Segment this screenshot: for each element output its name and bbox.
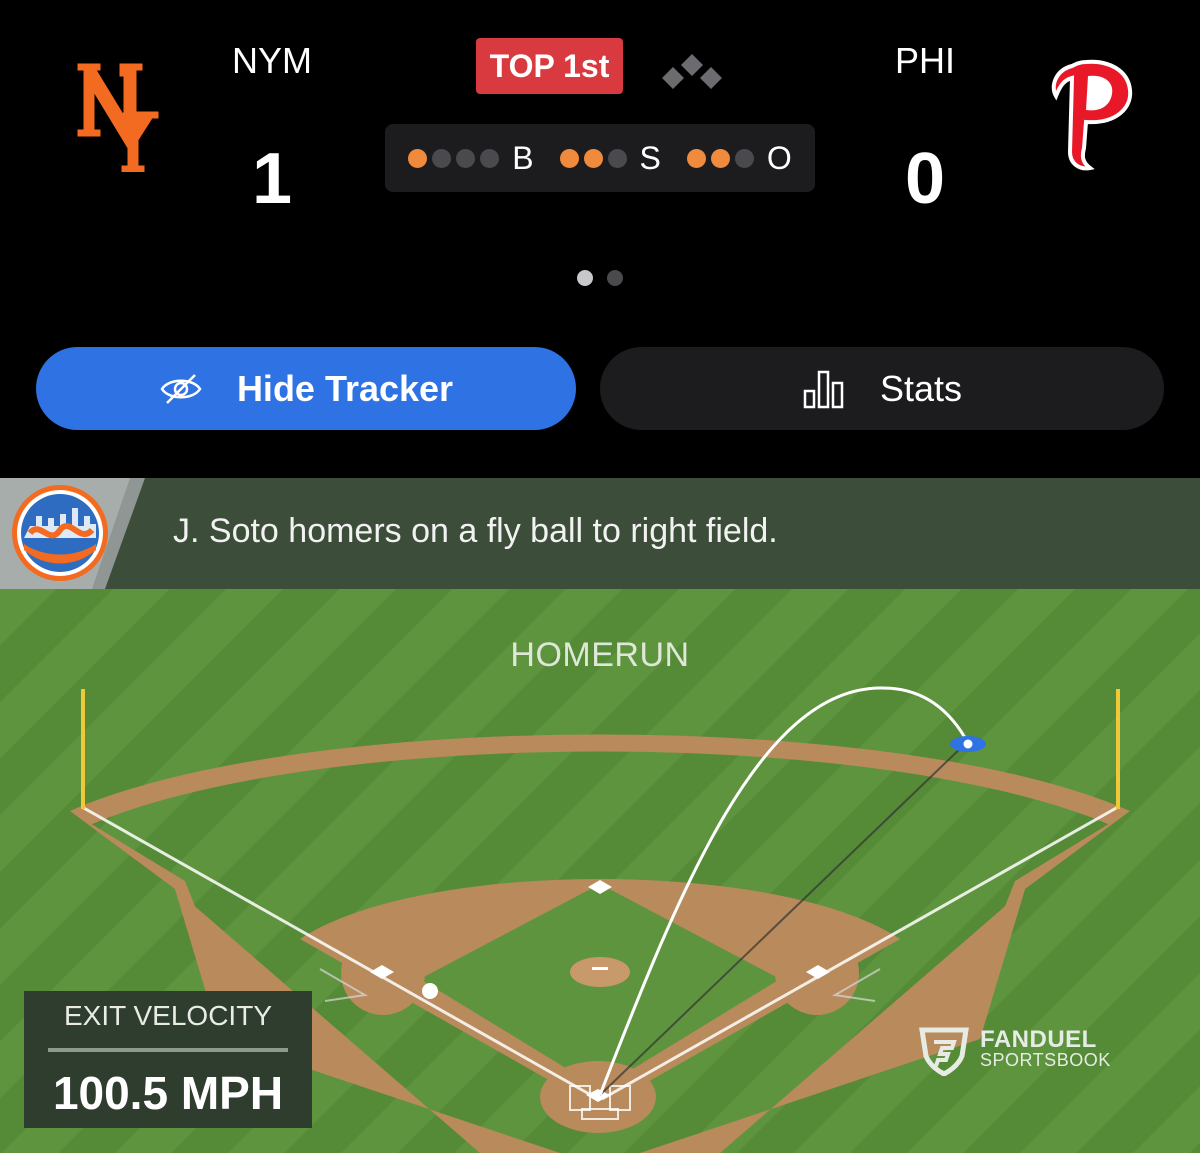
home-team-abbr: PHI	[894, 40, 955, 81]
exit-velocity-divider	[48, 1048, 288, 1052]
stats-button[interactable]: Stats	[600, 347, 1164, 430]
ball-dot	[480, 148, 500, 168]
strikes-count: S	[559, 139, 661, 177]
banner-logo-backdrop	[0, 478, 145, 589]
strike-dot	[559, 148, 579, 168]
mets-logo	[77, 63, 159, 173]
strike-dot	[583, 148, 603, 168]
hide-tracker-button[interactable]: Hide Tracker	[36, 347, 576, 430]
balls-label: B	[512, 139, 534, 176]
strike-dot	[607, 148, 627, 168]
ball-dot	[456, 148, 476, 168]
outs-label: O	[766, 139, 792, 176]
ball-dot	[408, 148, 428, 168]
bar-chart-icon	[803, 370, 844, 408]
pager-dot[interactable]	[607, 270, 623, 286]
play-description: J. Soto homers on a fly ball to right fi…	[173, 512, 778, 550]
home-team-score: 0	[904, 139, 946, 219]
outs-count: O	[686, 139, 792, 177]
runner-marker	[422, 983, 438, 999]
away-team-abbr: NYM	[232, 40, 312, 81]
eye-slash-icon	[160, 373, 202, 404]
fanduel-shield-icon	[918, 1026, 970, 1081]
mets-logo	[12, 485, 108, 581]
strikes-label: S	[639, 139, 661, 176]
sponsor-sub: SPORTSBOOK	[980, 1050, 1111, 1070]
pager-dot-active[interactable]	[577, 270, 593, 286]
balls-count: B	[408, 139, 534, 177]
away-team-logo	[72, 56, 162, 173]
exit-velocity-value: 100.5 MPH	[52, 1067, 284, 1119]
ball-dot	[432, 148, 452, 168]
out-dot	[710, 148, 730, 168]
phillies-logo	[1051, 59, 1133, 171]
exit-velocity-label: EXIT VELOCITY	[64, 1000, 272, 1031]
hide-tracker-label: Hide Tracker	[236, 367, 454, 409]
out-dot	[686, 148, 706, 168]
out-dot	[734, 148, 754, 168]
inning-badge: TOP 1st	[476, 38, 623, 94]
stats-label: Stats	[879, 367, 963, 409]
bases-diamond-icon	[658, 50, 726, 95]
home-team-logo	[1046, 56, 1136, 172]
play-result-label: HOMERUN	[510, 636, 690, 674]
ball-strike-out-count: B S O	[385, 124, 815, 192]
away-team-score: 1	[251, 139, 293, 219]
